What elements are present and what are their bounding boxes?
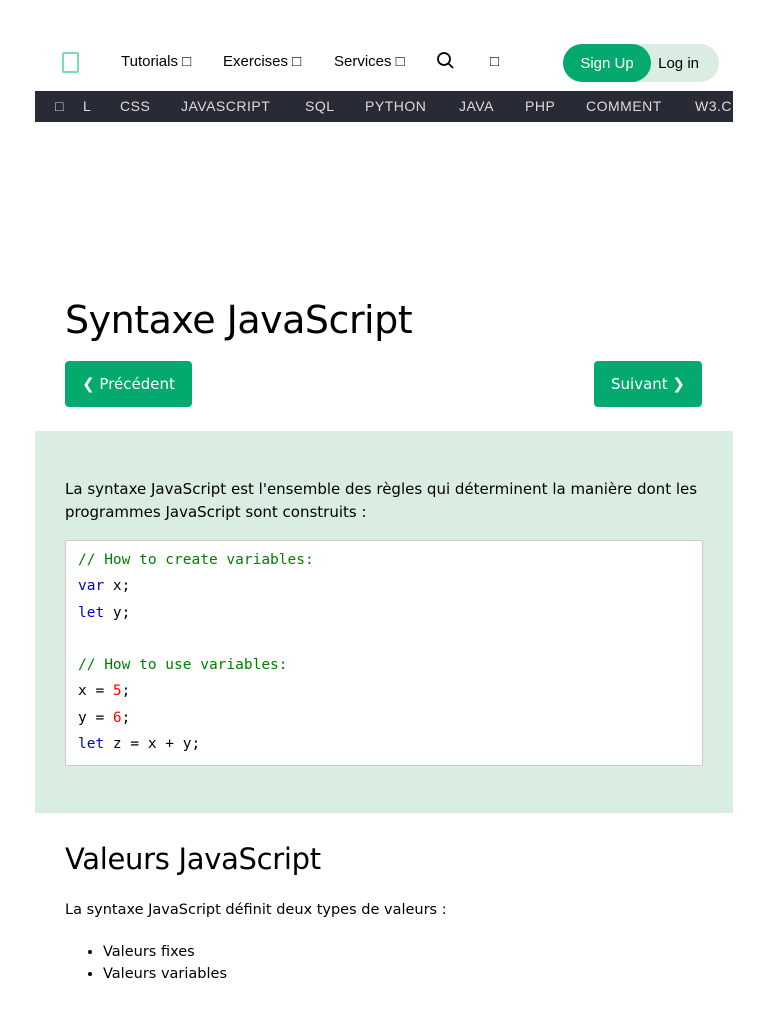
code-number: 5 [112,683,122,700]
topic-java[interactable]: JAVA [459,98,494,114]
code-text: y; [104,604,131,621]
values-list: Valeurs fixes Valeurs variables [103,941,227,985]
sign-up-button[interactable]: Sign Up [563,44,651,82]
topics-bar: □ L CSS JAVASCRIPT SQL PYTHON JAVA PHP C… [35,91,733,122]
section-text: La syntaxe JavaScript définit deux types… [65,902,447,918]
tutorials-menu[interactable]: Tutorials □ [121,53,191,70]
code-number: 6 [112,709,122,726]
code-text: x; [104,578,131,595]
code-text: ; [121,709,131,726]
intro-text: La syntaxe JavaScript est l'ensemble des… [65,480,698,521]
topic-html[interactable]: L [83,98,91,114]
exercises-menu[interactable]: Exercises □ [223,53,301,70]
code-comment: // How to use variables: [78,657,288,674]
section-heading: Valeurs JavaScript [65,842,321,876]
topic-sql[interactable]: SQL [305,98,335,114]
previous-button[interactable]: ❮ Précédent [65,361,192,407]
topic-php[interactable]: PHP [525,98,555,114]
search-icon[interactable] [436,51,456,75]
services-menu[interactable]: Services □ [334,53,405,70]
theme-icon[interactable]: □ [490,53,499,70]
code-text: y = [78,709,113,726]
code-keyword: let [78,604,105,621]
code-text: z = x + y; [104,736,201,753]
code-example: // How to create variables: var x; let y… [65,540,703,766]
code-text: ; [121,683,131,700]
code-keyword: let [78,736,105,753]
page-title: Syntaxe JavaScript [65,298,413,342]
topic-css[interactable]: CSS [120,98,150,114]
list-item: Valeurs fixes [103,941,227,963]
code-comment: // How to create variables: [78,552,314,568]
topic-comment[interactable]: COMMENT [586,98,662,114]
topic-w3css[interactable]: W3.C [695,98,732,114]
code-keyword: var [78,578,105,595]
topic-javascript[interactable]: JAVASCRIPT [181,98,270,114]
home-icon[interactable]: □ [55,98,64,114]
list-item: Valeurs variables [103,963,227,985]
topic-python[interactable]: PYTHON [365,98,426,114]
logo-icon[interactable] [62,52,79,73]
next-button[interactable]: Suivant ❯ [594,361,702,407]
example-panel: La syntaxe JavaScript est l'ensemble des… [35,431,733,813]
code-text: x = [78,683,113,700]
top-navigation: Tutorials □ Exercises □ Services □ □ Log… [35,42,733,82]
